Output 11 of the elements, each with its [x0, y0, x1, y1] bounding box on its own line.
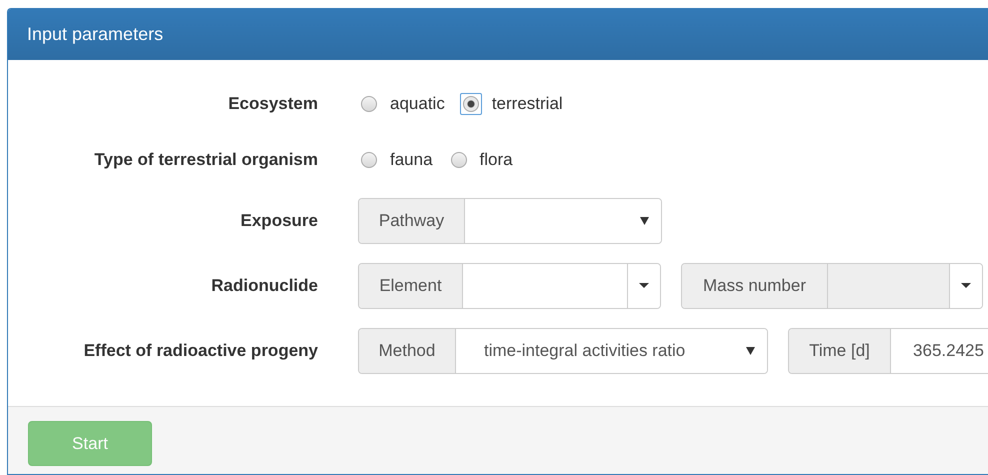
panel-title: Input parameters	[27, 24, 164, 45]
radio-label[interactable]: fauna	[390, 150, 433, 170]
field-label: Type of terrestrial organism	[93, 150, 319, 170]
radio-label[interactable]: flora	[480, 150, 513, 170]
radio-label[interactable]: aquatic	[390, 94, 445, 114]
radio-label[interactable]: terrestrial	[492, 94, 563, 114]
field-label: Radionuclide	[210, 276, 319, 296]
radio-button[interactable]	[460, 93, 482, 115]
field-label: Effect of radioactive progeny	[82, 340, 319, 360]
field-label: Ecosystem	[227, 94, 319, 114]
field-label: Exposure	[240, 210, 319, 230]
